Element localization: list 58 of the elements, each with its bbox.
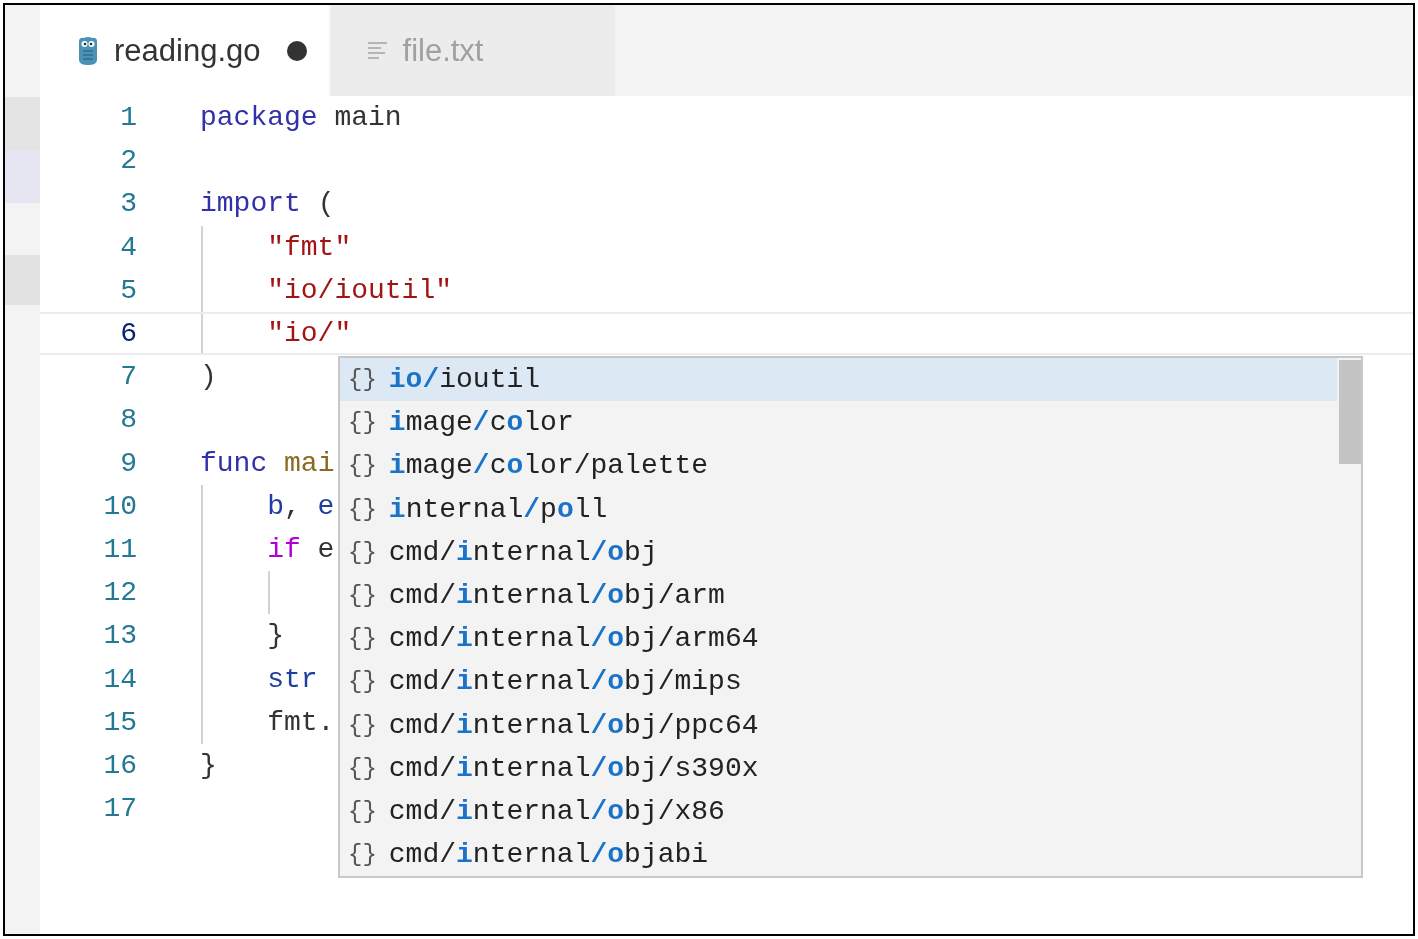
line-number: 8 — [119, 404, 137, 436]
scrollbar-thumb[interactable] — [1339, 360, 1361, 464]
suggestion-item[interactable]: io/ioutil — [388, 364, 541, 396]
line-number: 3 — [119, 188, 137, 220]
line-number: 14 — [102, 663, 137, 695]
module-icon: {} — [348, 452, 377, 480]
line-number: 9 — [119, 447, 137, 479]
code-line: "fmt" — [267, 231, 352, 263]
lines-file-icon — [366, 39, 389, 62]
module-icon: {} — [348, 409, 377, 437]
code-line: } — [267, 620, 284, 652]
line-number: 13 — [102, 620, 137, 652]
code-line: "io/ioutil" — [267, 274, 453, 306]
code-line: fmt. — [267, 706, 335, 738]
line-number: 4 — [119, 231, 137, 263]
suggestion-item[interactable]: cmd/internal/obj/x86 — [388, 795, 725, 827]
suggestion-item[interactable]: cmd/internal/obj — [388, 536, 658, 568]
suggestion-item[interactable]: internal/poll — [388, 493, 608, 525]
line-number: 10 — [102, 490, 137, 522]
code-line: import ( — [200, 188, 335, 220]
module-icon: {} — [348, 754, 377, 782]
suggestion-item[interactable]: image/color — [388, 407, 574, 439]
editor-tab[interactable]: reading.go — [40, 5, 329, 96]
module-icon: {} — [348, 495, 377, 523]
module-icon: {} — [348, 538, 377, 566]
code-line: ) — [200, 361, 217, 393]
code-line: func mai — [200, 447, 335, 479]
line-number: 1 — [119, 102, 137, 134]
gopher-file-icon — [76, 35, 100, 66]
line-number: 2 — [119, 145, 137, 177]
module-icon: {} — [348, 582, 377, 610]
suggestion-item[interactable]: image/color/palette — [388, 450, 709, 482]
module-icon: {} — [348, 841, 377, 869]
line-number: 5 — [119, 274, 137, 306]
code-line: "io/" — [267, 318, 352, 350]
suggestion-item[interactable]: cmd/internal/obj/mips — [388, 666, 742, 698]
suggestion-item[interactable]: cmd/internal/obj/ppc64 — [388, 709, 759, 741]
line-number: 6 — [119, 318, 137, 350]
line-number: 15 — [102, 706, 137, 738]
line-number: 11 — [102, 533, 137, 565]
line-number: 12 — [102, 577, 137, 609]
suggestion-item[interactable]: cmd/internal/obj/s390x — [388, 752, 759, 784]
line-number: 7 — [119, 361, 137, 393]
suggestion-item[interactable]: cmd/internal/obj/arm64 — [388, 623, 759, 655]
code-line: if e — [267, 533, 335, 565]
line-number: 17 — [102, 793, 137, 825]
module-icon: {} — [348, 711, 377, 739]
code-line: } — [200, 749, 217, 781]
code-line: b, e — [267, 490, 335, 522]
module-icon: {} — [348, 625, 377, 653]
line-number: 16 — [102, 749, 137, 781]
module-icon: {} — [348, 668, 377, 696]
code-line: package main — [200, 102, 402, 134]
module-icon: {} — [348, 797, 377, 825]
code-line: str — [267, 663, 318, 695]
suggestion-item[interactable]: cmd/internal/objabi — [388, 839, 709, 871]
suggestion-item[interactable]: cmd/internal/obj/arm — [388, 580, 725, 612]
module-icon: {} — [348, 366, 377, 394]
